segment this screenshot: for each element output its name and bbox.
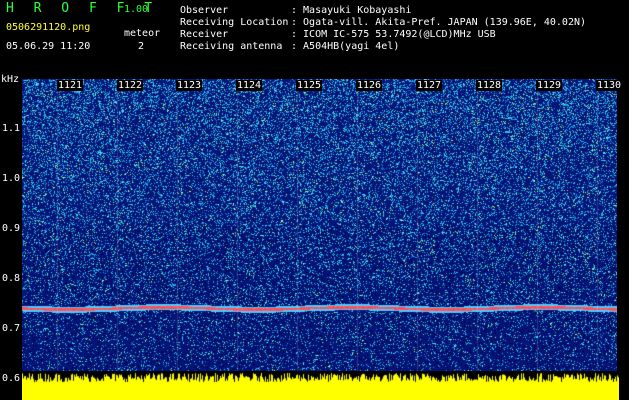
spectrogram-plot [22, 79, 617, 371]
y-tick: 0.8 [1, 273, 20, 284]
x-tick: 1130 [596, 80, 623, 91]
x-tick: 1128 [476, 80, 503, 91]
x-tick: 1124 [236, 80, 263, 91]
version-label: 1.00 [124, 4, 149, 15]
info-value-observer: : Masayuki Kobayashi [291, 5, 412, 16]
timestamp-label: 05.06.29 11:20 [6, 41, 91, 52]
x-tick: 1122 [117, 80, 144, 91]
info-label-receiver: Receiver [180, 29, 229, 40]
info-value-receiver: : ICOM IC-575 53.7492(@LCD)MHz USB [291, 29, 496, 40]
y-tick: 0.6 [1, 373, 20, 384]
x-tick: 1123 [176, 80, 203, 91]
info-value-location: : Ogata-vill. Akita-Pref. JAPAN (139.96E… [291, 17, 587, 28]
y-tick: 0.9 [1, 223, 20, 234]
filename-label: 0506291120.png [6, 22, 91, 33]
x-tick: 1121 [57, 80, 84, 91]
info-value-antenna: : A504HB(yagi 4el) [291, 41, 400, 52]
y-tick: 0.7 [1, 323, 20, 334]
info-label-observer: Observer [180, 5, 229, 16]
meteor-count: 2 [138, 41, 145, 52]
info-label-antenna: Receiving antenna [180, 41, 283, 52]
x-tick: 1125 [296, 80, 323, 91]
info-label-location: Receiving Location [180, 17, 289, 28]
hroft-window: { "header": { "logo": "H R O F F T", "ve… [0, 0, 629, 400]
y-tick: 1.0 [1, 173, 20, 184]
x-tick: 1127 [416, 80, 443, 91]
y-tick: 1.1 [1, 123, 20, 134]
y-axis-unit: kHz [1, 74, 20, 85]
amplitude-strip [22, 372, 619, 400]
x-tick: 1126 [356, 80, 383, 91]
x-tick: 1129 [536, 80, 563, 91]
meteor-label: meteor [124, 28, 161, 39]
